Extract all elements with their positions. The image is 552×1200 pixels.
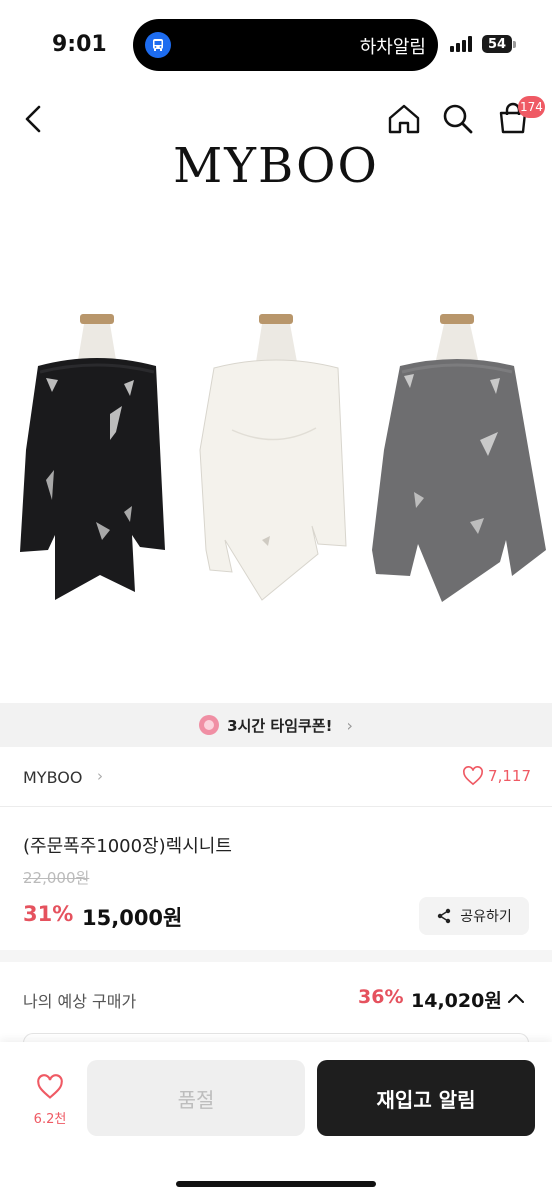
mannequin-grey (372, 314, 546, 602)
back-button[interactable] (14, 99, 54, 139)
island-text: 하차알림 (359, 37, 426, 58)
like-count: 7,117 (488, 767, 531, 785)
bus-icon (145, 32, 171, 58)
home-indicator (176, 1181, 376, 1187)
cart-count-badge: 174 (518, 96, 545, 118)
alarm-clock-icon (199, 715, 220, 735)
coupon-text: 3시간 타임쿠폰! (227, 716, 333, 735)
section-divider (0, 950, 552, 962)
search-button[interactable] (438, 99, 478, 139)
expected-discount-rate: 36% (358, 986, 404, 1008)
share-label: 공유하기 (460, 909, 512, 925)
chevron-right-icon: › (97, 767, 103, 785)
sale-price: 15,000원 (82, 906, 183, 930)
home-button[interactable] (384, 99, 424, 139)
discount-rate: 31% (23, 902, 74, 926)
chevron-right-icon: › (346, 715, 353, 735)
soldout-button[interactable]: 품절 (87, 1060, 305, 1136)
share-button[interactable]: 공유하기 (419, 897, 529, 935)
battery-icon: 54 (482, 35, 512, 53)
wishlist-count: 6.2천 (33, 1112, 67, 1127)
shop-name-link[interactable]: MYBOO (23, 768, 82, 787)
battery-tip (513, 41, 516, 48)
mannequin-black (20, 314, 165, 600)
status-bar: 9:01 하차알림 54 (0, 0, 552, 90)
heart-icon (37, 1074, 63, 1099)
home-icon (388, 104, 420, 134)
share-icon (438, 908, 451, 924)
time-coupon-banner[interactable]: 3시간 타임쿠폰! › (0, 703, 552, 747)
like-button[interactable]: 7,117 (462, 766, 531, 786)
divider (0, 806, 552, 807)
restock-alert-button[interactable]: 재입고 알림 (317, 1060, 535, 1136)
dynamic-island[interactable]: 하차알림 (133, 19, 438, 71)
search-icon (443, 104, 473, 134)
product-title: (주문폭주1000장)렉시니트 (23, 836, 232, 857)
status-time: 9:01 (52, 32, 107, 57)
expected-price-label: 나의 예상 구매가 (23, 992, 137, 1011)
chevron-left-icon (25, 105, 41, 133)
wishlist-button[interactable]: 6.2천 (20, 1070, 80, 1134)
product-image[interactable] (0, 300, 552, 630)
brand-logo: MYBOO (173, 138, 379, 194)
shop-row: MYBOO › 7,117 (23, 764, 531, 794)
heart-icon (463, 766, 483, 786)
expected-price: 14,020원 (411, 990, 502, 1012)
chevron-up-icon[interactable] (506, 990, 526, 1006)
original-price: 22,000원 (23, 869, 90, 887)
mannequin-white (199, 314, 347, 601)
signal-icon (450, 36, 476, 52)
